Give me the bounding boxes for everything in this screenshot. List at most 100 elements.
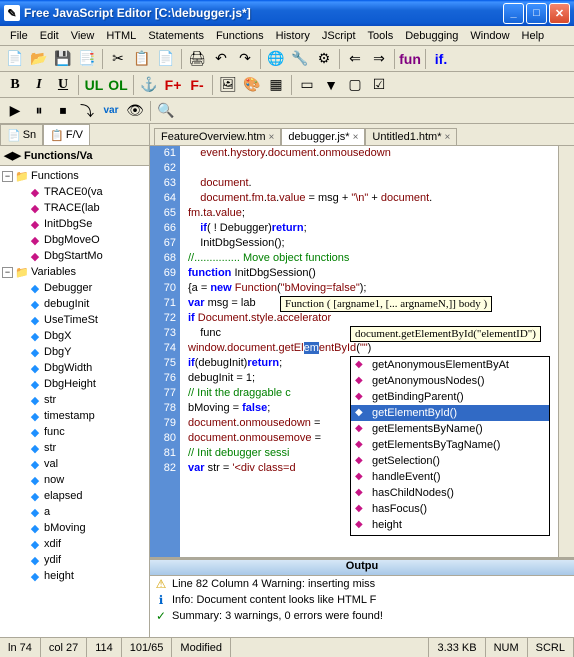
paste-icon[interactable]: 📄 <box>155 48 177 70</box>
dbg2-icon[interactable]: ⏸ <box>28 100 50 122</box>
autocomplete-item[interactable]: getElementById() <box>351 405 549 421</box>
input-icon[interactable]: ▢ <box>344 74 366 96</box>
preview-icon[interactable]: 🌐 <box>265 48 287 70</box>
menu-functions[interactable]: Functions <box>210 28 270 44</box>
italic-button[interactable]: I <box>28 74 50 96</box>
tab-untitled1[interactable]: Untitled1.htm*× <box>365 128 457 145</box>
output-line[interactable]: ℹInfo: Document content looks like HTML … <box>150 592 574 608</box>
code-editor[interactable]: 6162636465666768697071727374757677787980… <box>150 146 574 557</box>
tree-functions[interactable]: − 📁 Functions <box>2 168 147 184</box>
nav-right-icon[interactable]: ▶ <box>12 149 20 162</box>
if-btn[interactable]: if. <box>430 48 452 70</box>
settings-icon[interactable]: ⚙ <box>313 48 335 70</box>
tree-item[interactable]: ◆DbgWidth <box>2 360 147 376</box>
tree-item[interactable]: ◆DbgStartMo <box>2 248 147 264</box>
menu-html[interactable]: HTML <box>100 28 142 44</box>
palette-icon[interactable]: 🎨 <box>241 74 263 96</box>
tree-item[interactable]: ◆DbgY <box>2 344 147 360</box>
tree-view[interactable]: − 📁 Functions ◆TRACE0(va◆TRACE(lab◆InitD… <box>0 166 149 637</box>
autocomplete-item[interactable]: ids <box>351 533 549 536</box>
menu-file[interactable]: File <box>4 28 34 44</box>
fun-btn[interactable]: fun <box>399 48 421 70</box>
minimize-button[interactable]: _ <box>503 3 524 24</box>
ul-button[interactable]: UL <box>83 74 105 96</box>
undo-icon[interactable]: ↶ <box>210 48 232 70</box>
output-line[interactable]: ✓Summary: 3 warnings, 0 errors were foun… <box>150 608 574 624</box>
save-icon[interactable]: 💾 <box>52 48 74 70</box>
autocomplete-item[interactable]: getAnonymousNodes() <box>351 373 549 389</box>
fontinc-button[interactable]: F+ <box>162 74 184 96</box>
tree-item[interactable]: ◆elapsed <box>2 488 147 504</box>
open-icon[interactable]: 📂 <box>28 48 50 70</box>
back-icon[interactable]: ⇐ <box>344 48 366 70</box>
forward-icon[interactable]: ⇒ <box>368 48 390 70</box>
autocomplete-popup[interactable]: getAnonymousElementByAtgetAnonymousNodes… <box>350 356 550 536</box>
dbg5-icon[interactable]: 👁 <box>124 100 146 122</box>
menu-statements[interactable]: Statements <box>142 28 210 44</box>
autocomplete-item[interactable]: getElementsByTagName() <box>351 437 549 453</box>
table-icon[interactable]: ▦ <box>265 74 287 96</box>
underline-button[interactable]: U <box>52 74 74 96</box>
redo-icon[interactable]: ↷ <box>234 48 256 70</box>
maximize-button[interactable]: □ <box>526 3 547 24</box>
ol-button[interactable]: OL <box>107 74 129 96</box>
autocomplete-item[interactable]: hasChildNodes() <box>351 485 549 501</box>
close-icon[interactable]: × <box>269 132 275 143</box>
checkbox-icon[interactable]: ☑ <box>368 74 390 96</box>
bold-button[interactable]: B <box>4 74 26 96</box>
tree-item[interactable]: ◆now <box>2 472 147 488</box>
dbg6-icon[interactable]: 🔍 <box>155 100 177 122</box>
tab-featureoverview[interactable]: FeatureOverview.htm× <box>154 128 281 145</box>
form-icon[interactable]: ▭ <box>296 74 318 96</box>
tree-item[interactable]: ◆Debugger <box>2 280 147 296</box>
image-icon[interactable]: 🖼 <box>217 74 239 96</box>
menu-jscript[interactable]: JScript <box>316 28 362 44</box>
menu-tools[interactable]: Tools <box>362 28 400 44</box>
tree-item[interactable]: ◆bMoving <box>2 520 147 536</box>
select-icon[interactable]: ▼ <box>320 74 342 96</box>
tab-snippets[interactable]: 📄Sn <box>0 124 43 145</box>
close-button[interactable]: ✕ <box>549 3 570 24</box>
tree-item[interactable]: ◆xdif <box>2 536 147 552</box>
tree-item[interactable]: ◆DbgHeight <box>2 376 147 392</box>
cut-icon[interactable]: ✂ <box>107 48 129 70</box>
tree-item[interactable]: ◆ydif <box>2 552 147 568</box>
tree-item[interactable]: ◆val <box>2 456 147 472</box>
tree-item[interactable]: ◆str <box>2 440 147 456</box>
menu-window[interactable]: Window <box>464 28 515 44</box>
menu-help[interactable]: Help <box>516 28 551 44</box>
tree-item[interactable]: ◆DbgX <box>2 328 147 344</box>
tab-functions-vars[interactable]: 📋F/V <box>43 124 90 145</box>
tree-variables[interactable]: − 📁 Variables <box>2 264 147 280</box>
vertical-scrollbar[interactable] <box>558 146 574 557</box>
menu-view[interactable]: View <box>65 28 101 44</box>
close-icon[interactable]: × <box>353 132 359 143</box>
tree-item[interactable]: ◆InitDbgSe <box>2 216 147 232</box>
fontdec-button[interactable]: F- <box>186 74 208 96</box>
tree-item[interactable]: ◆TRACE(lab <box>2 200 147 216</box>
autocomplete-item[interactable]: height <box>351 517 549 533</box>
print-icon[interactable]: 🖨 <box>186 48 208 70</box>
tab-debugger[interactable]: debugger.js*× <box>281 128 365 145</box>
autocomplete-item[interactable]: handleEvent() <box>351 469 549 485</box>
autocomplete-item[interactable]: getElementsByName() <box>351 421 549 437</box>
anchor-icon[interactable]: ⚓ <box>138 74 160 96</box>
tree-item[interactable]: ◆debugInit <box>2 296 147 312</box>
dbg3-icon[interactable]: ⏹ <box>52 100 74 122</box>
close-icon[interactable]: × <box>445 132 451 143</box>
tools-icon[interactable]: 🔧 <box>289 48 311 70</box>
tree-item[interactable]: ◆timestamp <box>2 408 147 424</box>
new-icon[interactable]: 📄 <box>4 48 26 70</box>
tree-item[interactable]: ◆DbgMoveO <box>2 232 147 248</box>
menu-history[interactable]: History <box>270 28 316 44</box>
tree-item[interactable]: ◆height <box>2 568 147 584</box>
dbg1-icon[interactable]: ▶ <box>4 100 26 122</box>
dbg4-icon[interactable]: ⤵ <box>76 100 98 122</box>
code-area[interactable]: event.hystory.document.onmousedown docum… <box>180 146 558 557</box>
autocomplete-item[interactable]: getBindingParent() <box>351 389 549 405</box>
collapse-icon[interactable]: − <box>2 171 13 182</box>
tree-item[interactable]: ◆func <box>2 424 147 440</box>
copy-icon[interactable]: 📋 <box>131 48 153 70</box>
collapse-icon[interactable]: − <box>2 267 13 278</box>
menu-debugging[interactable]: Debugging <box>399 28 464 44</box>
